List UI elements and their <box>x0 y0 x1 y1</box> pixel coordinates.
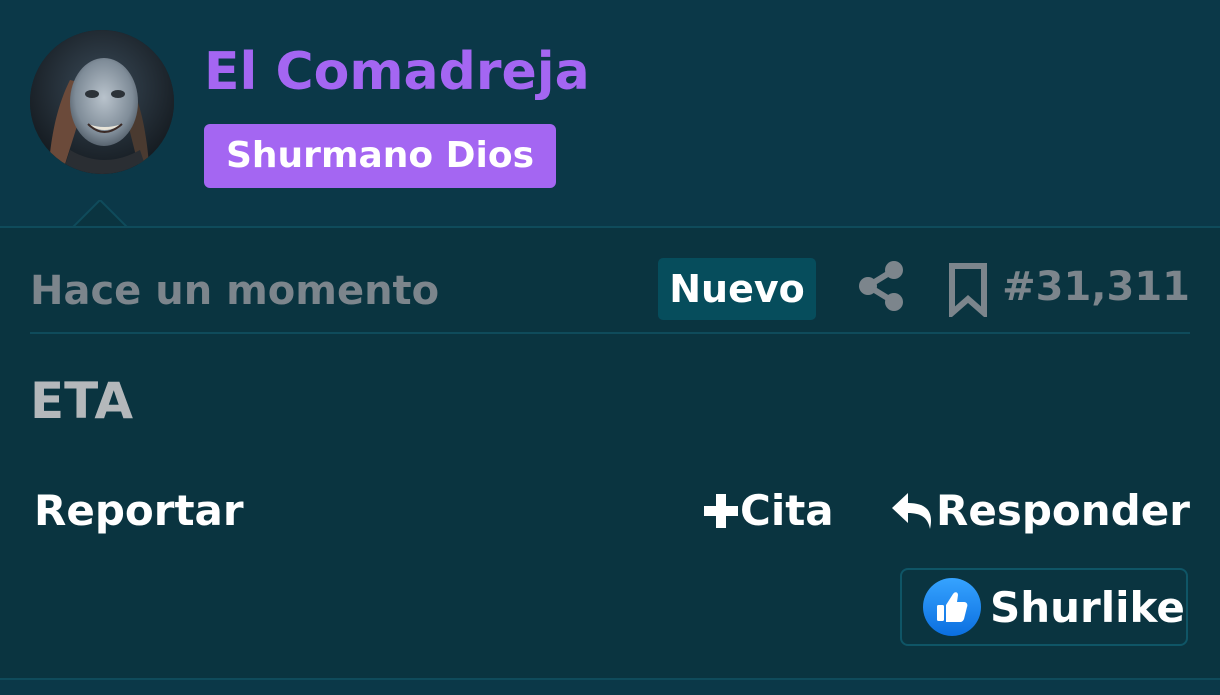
report-button[interactable]: Reportar <box>34 486 244 535</box>
thumbs-up-icon <box>923 578 981 636</box>
rank-badge: Shurmano Dios <box>204 124 557 188</box>
plus-icon <box>704 493 738 528</box>
reply-button[interactable]: Responder <box>890 486 1190 535</box>
share-icon[interactable] <box>858 260 904 312</box>
reply-label: Responder <box>936 486 1190 535</box>
bubble-pointer <box>72 200 128 228</box>
post-actions: Reportar Cita Responder <box>30 482 1190 542</box>
new-badge: Nuevo <box>658 258 816 320</box>
next-post-edge <box>0 678 1220 695</box>
post-meta: Hace un momento Nuevo #31,311 <box>30 258 1190 334</box>
post-time: Hace un momento <box>30 268 440 314</box>
avatar-image <box>30 30 174 174</box>
post-number[interactable]: #31,311 <box>1002 264 1190 310</box>
bookmark-icon[interactable] <box>948 263 988 317</box>
like-button[interactable]: Shurlike <box>900 568 1188 646</box>
reply-arrow-icon <box>892 492 932 529</box>
quote-label: Cita <box>740 486 834 535</box>
quote-button[interactable]: Cita <box>702 486 834 535</box>
author-name[interactable]: El Comadreja <box>204 42 590 102</box>
post-content: ETA <box>30 372 134 430</box>
avatar[interactable] <box>30 30 174 174</box>
like-label: Shurlike <box>990 582 1185 632</box>
post-body: Hace un momento Nuevo #31,311 ETA Report… <box>0 226 1220 680</box>
post-header: El Comadreja Shurmano Dios <box>0 0 1220 228</box>
divider <box>30 332 1190 334</box>
